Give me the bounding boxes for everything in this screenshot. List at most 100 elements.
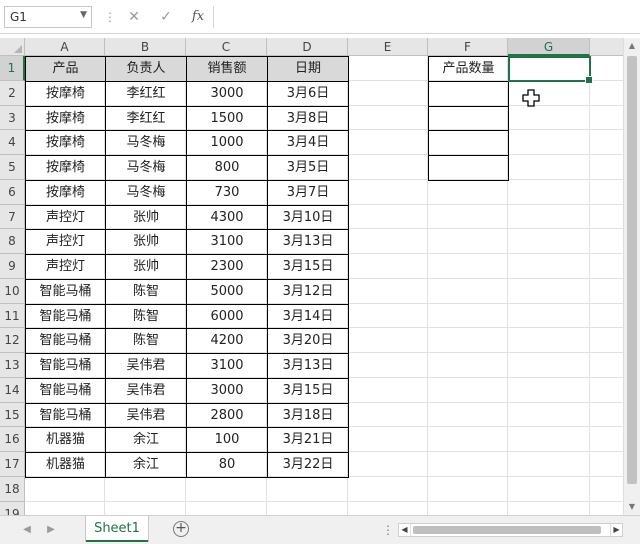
row-header-6[interactable]: 6 — [0, 179, 25, 205]
row-header-19[interactable]: 19 — [0, 501, 25, 515]
table-cell[interactable]: 6000 — [186, 303, 268, 330]
table-cell[interactable]: 智能马桶 — [25, 402, 106, 429]
grid-cell[interactable] — [348, 427, 428, 452]
table-cell[interactable]: 3月21日 — [267, 427, 349, 453]
table-cell[interactable]: 智能马桶 — [25, 328, 106, 354]
side-table-cell[interactable] — [428, 80, 509, 107]
enter-icon[interactable]: ✓ — [154, 7, 178, 27]
row-header-1[interactable]: 1 — [0, 56, 25, 81]
grid-cell[interactable] — [428, 353, 508, 378]
grid-cell[interactable] — [348, 353, 428, 378]
grid-cell[interactable] — [25, 476, 105, 502]
table-cell[interactable]: 3000 — [186, 377, 268, 404]
table-cell[interactable]: 按摩椅 — [25, 130, 106, 156]
table-header-cell[interactable]: 产品 — [25, 56, 106, 82]
grid-cell[interactable] — [428, 229, 508, 254]
column-header-f[interactable]: F — [428, 38, 508, 56]
grid-cell[interactable] — [186, 476, 267, 502]
grid-cell[interactable] — [267, 501, 348, 515]
grid-cell[interactable] — [508, 402, 590, 428]
worksheet-grid[interactable]: A B C D E F G 1 2 3 4 5 6 7 8 9 10 11 12 13 14 15 16 17 18 19 产品 负责… — [0, 38, 640, 515]
row-header-7[interactable]: 7 — [0, 204, 25, 230]
row-header-14[interactable]: 14 — [0, 377, 25, 403]
scroll-right-icon[interactable]: ▶ — [610, 524, 622, 536]
row-header-3[interactable]: 3 — [0, 105, 25, 131]
horizontal-scrollbar[interactable]: ◀ ▶ — [398, 523, 623, 537]
table-cell[interactable]: 3100 — [186, 353, 268, 379]
side-table-cell[interactable] — [428, 130, 509, 156]
grid-cell[interactable] — [508, 501, 590, 515]
column-header-g[interactable]: G — [508, 38, 590, 56]
table-cell[interactable]: 陈智 — [105, 328, 187, 354]
grid-cell[interactable] — [508, 353, 590, 378]
table-cell[interactable]: 3月20日 — [267, 328, 349, 354]
table-cell[interactable]: 李红红 — [105, 105, 187, 132]
table-cell[interactable]: 3月15日 — [267, 377, 349, 404]
table-cell[interactable]: 吴伟君 — [105, 377, 187, 404]
table-cell[interactable]: 80 — [186, 452, 268, 478]
table-cell[interactable]: 3月5日 — [267, 155, 349, 181]
table-cell[interactable]: 余江 — [105, 452, 187, 478]
grid-cell[interactable] — [348, 229, 428, 254]
row-header-15[interactable]: 15 — [0, 402, 25, 428]
grid-cell[interactable] — [428, 303, 508, 329]
grid-cell[interactable] — [348, 179, 428, 205]
grid-cell[interactable] — [267, 476, 348, 502]
row-header-13[interactable]: 13 — [0, 353, 25, 378]
table-cell[interactable]: 马冬梅 — [105, 155, 187, 181]
table-cell[interactable]: 3100 — [186, 229, 268, 255]
table-cell[interactable]: 3月13日 — [267, 229, 349, 255]
side-table-header-cell[interactable]: 产品数量 — [428, 56, 509, 82]
grid-cell[interactable] — [508, 328, 590, 353]
select-all-button[interactable] — [0, 38, 25, 56]
table-header-cell[interactable]: 负责人 — [105, 56, 187, 82]
insert-function-icon[interactable]: fx — [186, 7, 210, 27]
grid-cell[interactable] — [508, 80, 590, 106]
table-cell[interactable]: 3月6日 — [267, 80, 349, 107]
grid-cell[interactable] — [348, 476, 428, 502]
row-header-4[interactable]: 4 — [0, 130, 25, 155]
row-header-18[interactable]: 18 — [0, 476, 25, 502]
scroll-down-icon[interactable]: ▼ — [624, 499, 640, 515]
cancel-icon[interactable]: ✕ — [122, 7, 146, 27]
grid-cell[interactable] — [348, 204, 428, 230]
grid-cell[interactable] — [348, 130, 428, 155]
table-cell[interactable]: 李红红 — [105, 80, 187, 107]
grid-cell[interactable] — [348, 328, 428, 353]
vertical-scroll-thumb[interactable] — [627, 56, 637, 484]
table-cell[interactable]: 智能马桶 — [25, 278, 106, 305]
scroll-up-icon[interactable]: ▲ — [624, 38, 640, 54]
table-cell[interactable]: 3月13日 — [267, 353, 349, 379]
row-header-2[interactable]: 2 — [0, 80, 25, 106]
grid-cell[interactable] — [348, 254, 428, 279]
column-header-d[interactable]: D — [267, 38, 348, 56]
table-cell[interactable]: 机器猫 — [25, 427, 106, 453]
table-cell[interactable]: 张帅 — [105, 204, 187, 231]
grid-cell[interactable] — [508, 427, 590, 452]
table-cell[interactable]: 智能马桶 — [25, 377, 106, 404]
table-cell[interactable]: 按摩椅 — [25, 105, 106, 132]
table-cell[interactable]: 吴伟君 — [105, 402, 187, 429]
grid-cell[interactable] — [428, 501, 508, 515]
table-cell[interactable]: 3月14日 — [267, 303, 349, 330]
grid-cell[interactable] — [348, 278, 428, 304]
table-cell[interactable]: 3月18日 — [267, 402, 349, 429]
grid-cell[interactable] — [508, 155, 590, 180]
table-cell[interactable]: 吴伟君 — [105, 353, 187, 379]
row-header-11[interactable]: 11 — [0, 303, 25, 329]
grid-cell[interactable] — [348, 80, 428, 106]
vertical-scrollbar[interactable]: ▲ ▼ — [623, 38, 640, 515]
next-sheet-icon[interactable]: ▶ — [44, 523, 58, 537]
table-cell[interactable]: 按摩椅 — [25, 179, 106, 206]
grid-cell[interactable] — [428, 179, 508, 205]
table-cell[interactable]: 声控灯 — [25, 229, 106, 255]
table-header-cell[interactable]: 日期 — [267, 56, 349, 82]
table-cell[interactable]: 机器猫 — [25, 452, 106, 478]
table-cell[interactable]: 3月15日 — [267, 254, 349, 280]
grid-cell[interactable] — [428, 254, 508, 279]
grid-cell[interactable] — [428, 427, 508, 452]
table-cell[interactable]: 800 — [186, 155, 268, 181]
column-header-b[interactable]: B — [105, 38, 186, 56]
grid-cell[interactable] — [348, 452, 428, 477]
table-cell[interactable]: 张帅 — [105, 229, 187, 255]
